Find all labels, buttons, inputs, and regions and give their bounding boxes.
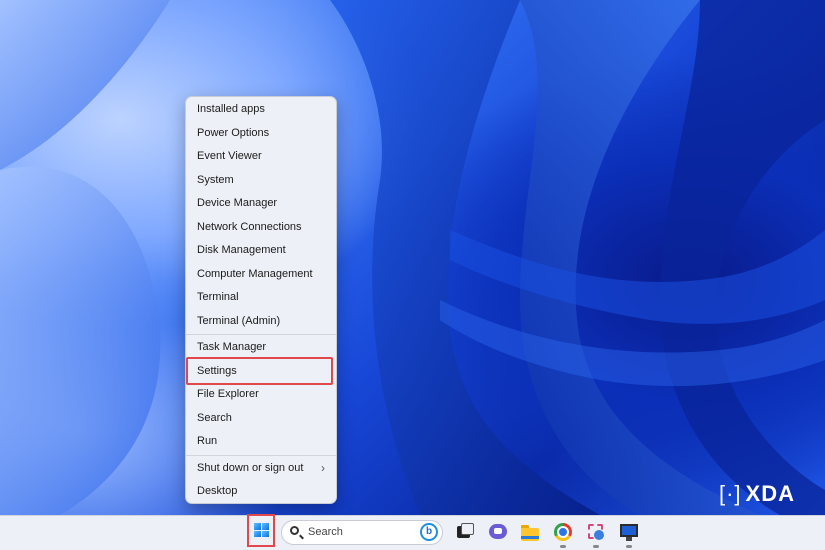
menu-item-terminal-admin[interactable]: Terminal (Admin) (186, 310, 336, 334)
running-indicator (560, 545, 566, 548)
menu-item-label: Shut down or sign out (197, 461, 304, 474)
windows-logo-icon (254, 523, 269, 537)
menu-item-installed-apps[interactable]: Installed apps (186, 98, 336, 122)
menu-item-search[interactable]: Search (186, 407, 336, 431)
menu-item-device-manager[interactable]: Device Manager (186, 192, 336, 216)
task-view-icon[interactable] (454, 521, 476, 543)
search-icon (290, 526, 299, 535)
menu-separator (186, 334, 336, 335)
menu-item-shut-down[interactable]: Shut down or sign out › (186, 457, 336, 481)
menu-separator (186, 454, 336, 456)
menu-item-terminal[interactable]: Terminal (186, 286, 336, 310)
menu-item-network-connections[interactable]: Network Connections (186, 216, 336, 240)
menu-item-task-manager[interactable]: Task Manager (186, 336, 336, 360)
menu-item-file-explorer[interactable]: File Explorer (186, 383, 336, 407)
snipping-tool-icon[interactable] (585, 521, 607, 543)
settings-highlight-box (186, 357, 333, 385)
menu-item-power-options[interactable]: Power Options (186, 122, 336, 146)
menu-item-event-viewer[interactable]: Event Viewer (186, 145, 336, 169)
teams-chat-icon[interactable] (487, 521, 509, 543)
chevron-right-icon: › (321, 460, 325, 475)
remote-desktop-icon[interactable] (618, 521, 640, 543)
winx-context-menu: Installed apps Power Options Event Viewe… (185, 96, 337, 504)
desktop-wallpaper: [·] XDA (0, 0, 825, 515)
search-placeholder: Search (308, 526, 343, 538)
xda-watermark: [·] XDA (718, 481, 795, 506)
menu-item-computer-management[interactable]: Computer Management (186, 263, 336, 287)
taskbar-search-box[interactable]: Search b (281, 520, 443, 545)
running-indicator (593, 545, 599, 548)
chrome-icon[interactable] (552, 521, 574, 543)
menu-item-disk-management[interactable]: Disk Management (186, 239, 336, 263)
menu-item-system[interactable]: System (186, 169, 336, 193)
bloom-wallpaper-art (0, 0, 825, 515)
menu-item-desktop[interactable]: Desktop (186, 480, 336, 504)
bing-icon[interactable]: b (420, 523, 438, 541)
file-explorer-folder-icon[interactable] (519, 521, 541, 543)
start-button[interactable] (247, 514, 275, 547)
running-indicator (626, 545, 632, 548)
menu-item-run[interactable]: Run (186, 430, 336, 454)
